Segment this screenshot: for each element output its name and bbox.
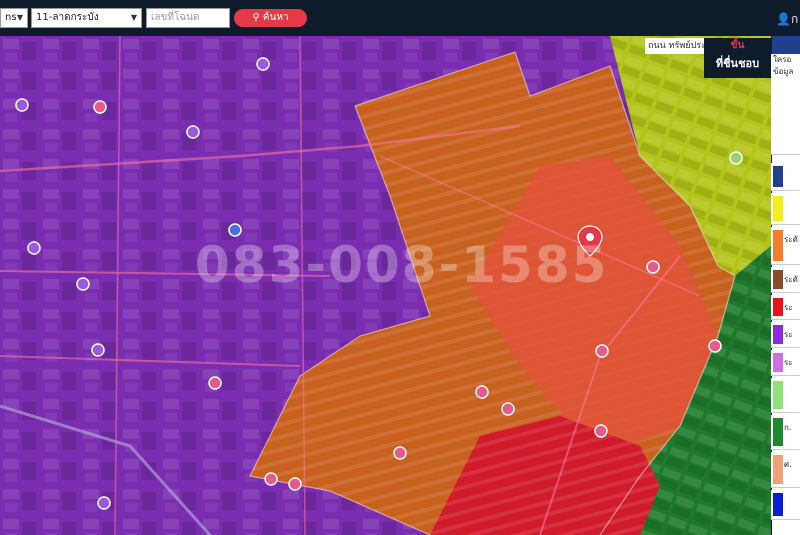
search-icon: ⚲: [252, 12, 263, 23]
legend-swatch: [773, 325, 783, 344]
phone-watermark: 083-008-1585: [195, 236, 609, 294]
legend-item[interactable]: ศ.: [771, 452, 800, 488]
favorites-tooltip[interactable]: ขั้น ที่ชื่นชอบ: [704, 38, 771, 78]
poi-marker[interactable]: [76, 277, 90, 291]
chevron-down-icon: ▼: [16, 13, 23, 22]
search-button-label: ค้นหา: [262, 12, 289, 23]
poi-marker[interactable]: [256, 57, 270, 71]
side-panel-line: ข้อมูล: [773, 67, 794, 76]
legend-header: [772, 36, 800, 54]
deed-number-input[interactable]: เลขที่โฉนด: [146, 8, 230, 28]
tooltip-top: ขั้น: [730, 40, 745, 51]
legend-item[interactable]: ก.: [771, 415, 800, 450]
poi-marker[interactable]: [186, 125, 200, 139]
poi-marker[interactable]: [97, 496, 111, 510]
poi-marker[interactable]: [264, 472, 278, 486]
poi-marker[interactable]: [288, 477, 302, 491]
legend-swatch: [773, 270, 783, 289]
legend-label: ระ: [784, 303, 793, 312]
legend-swatch: [773, 166, 783, 187]
legend-label: ศ.: [784, 460, 792, 469]
poi-marker[interactable]: [15, 98, 29, 112]
search-button[interactable]: ⚲ ค้นหา: [234, 9, 307, 27]
legend-label: ระดั: [784, 235, 798, 244]
legend-item[interactable]: ระ: [771, 322, 800, 348]
district-select[interactable]: 11-ลาดกระบัง ▼: [31, 8, 142, 28]
legend-swatch: [773, 196, 783, 221]
top-toolbar: ns ▼ 11-ลาดกระบัง ▼ เลขที่โฉนด ⚲ ค้นหา 👤…: [0, 0, 800, 36]
legend-swatch: [773, 455, 783, 484]
poi-marker[interactable]: [27, 241, 41, 255]
poi-marker[interactable]: [91, 343, 105, 357]
side-panel-line: ใครอ: [773, 55, 792, 64]
user-menu[interactable]: 👤ก: [776, 10, 798, 29]
province-select-value: ns: [5, 12, 17, 23]
province-select[interactable]: ns ▼: [0, 8, 28, 28]
legend-item[interactable]: [771, 490, 800, 520]
poi-marker[interactable]: [208, 376, 222, 390]
chevron-down-icon: ▼: [130, 13, 137, 22]
poi-marker[interactable]: [708, 339, 722, 353]
poi-marker[interactable]: [646, 260, 660, 274]
poi-marker[interactable]: [501, 402, 515, 416]
legend-label: ระ: [784, 330, 793, 339]
user-label: ก: [790, 12, 799, 26]
legend-swatch: [773, 493, 783, 516]
legend-swatch: [773, 381, 783, 409]
tooltip-main: ที่ชื่นชอบ: [715, 57, 760, 70]
legend-label: ระ: [784, 358, 793, 367]
legend-item[interactable]: [771, 378, 800, 413]
poi-marker[interactable]: [228, 223, 242, 237]
poi-marker[interactable]: [595, 344, 609, 358]
legend-label: ระดั: [784, 275, 798, 284]
poi-marker[interactable]: [594, 424, 608, 438]
legend-item[interactable]: [771, 193, 800, 225]
legend-swatch: [773, 353, 783, 372]
poi-marker[interactable]: [93, 100, 107, 114]
legend-item[interactable]: [771, 163, 800, 191]
legend-swatch: [773, 230, 783, 261]
poi-marker[interactable]: [393, 446, 407, 460]
legend-item[interactable]: ระดั: [771, 267, 800, 293]
district-select-value: 11-ลาดกระบัง: [36, 12, 99, 23]
poi-marker[interactable]: [729, 151, 743, 165]
legend-item[interactable]: ระ: [771, 350, 800, 376]
poi-marker[interactable]: [475, 385, 489, 399]
legend-swatch: [773, 418, 783, 446]
info-side-panel: ใครอ ข้อมูล: [771, 54, 800, 155]
legend-swatch: [773, 298, 783, 316]
legend-item[interactable]: ระ: [771, 295, 800, 320]
location-label: ถนน ทรัพย์ประ: [645, 38, 708, 54]
legend-item[interactable]: ระดั: [771, 227, 800, 265]
legend-label: ก.: [784, 423, 792, 432]
user-icon: 👤: [776, 12, 791, 26]
